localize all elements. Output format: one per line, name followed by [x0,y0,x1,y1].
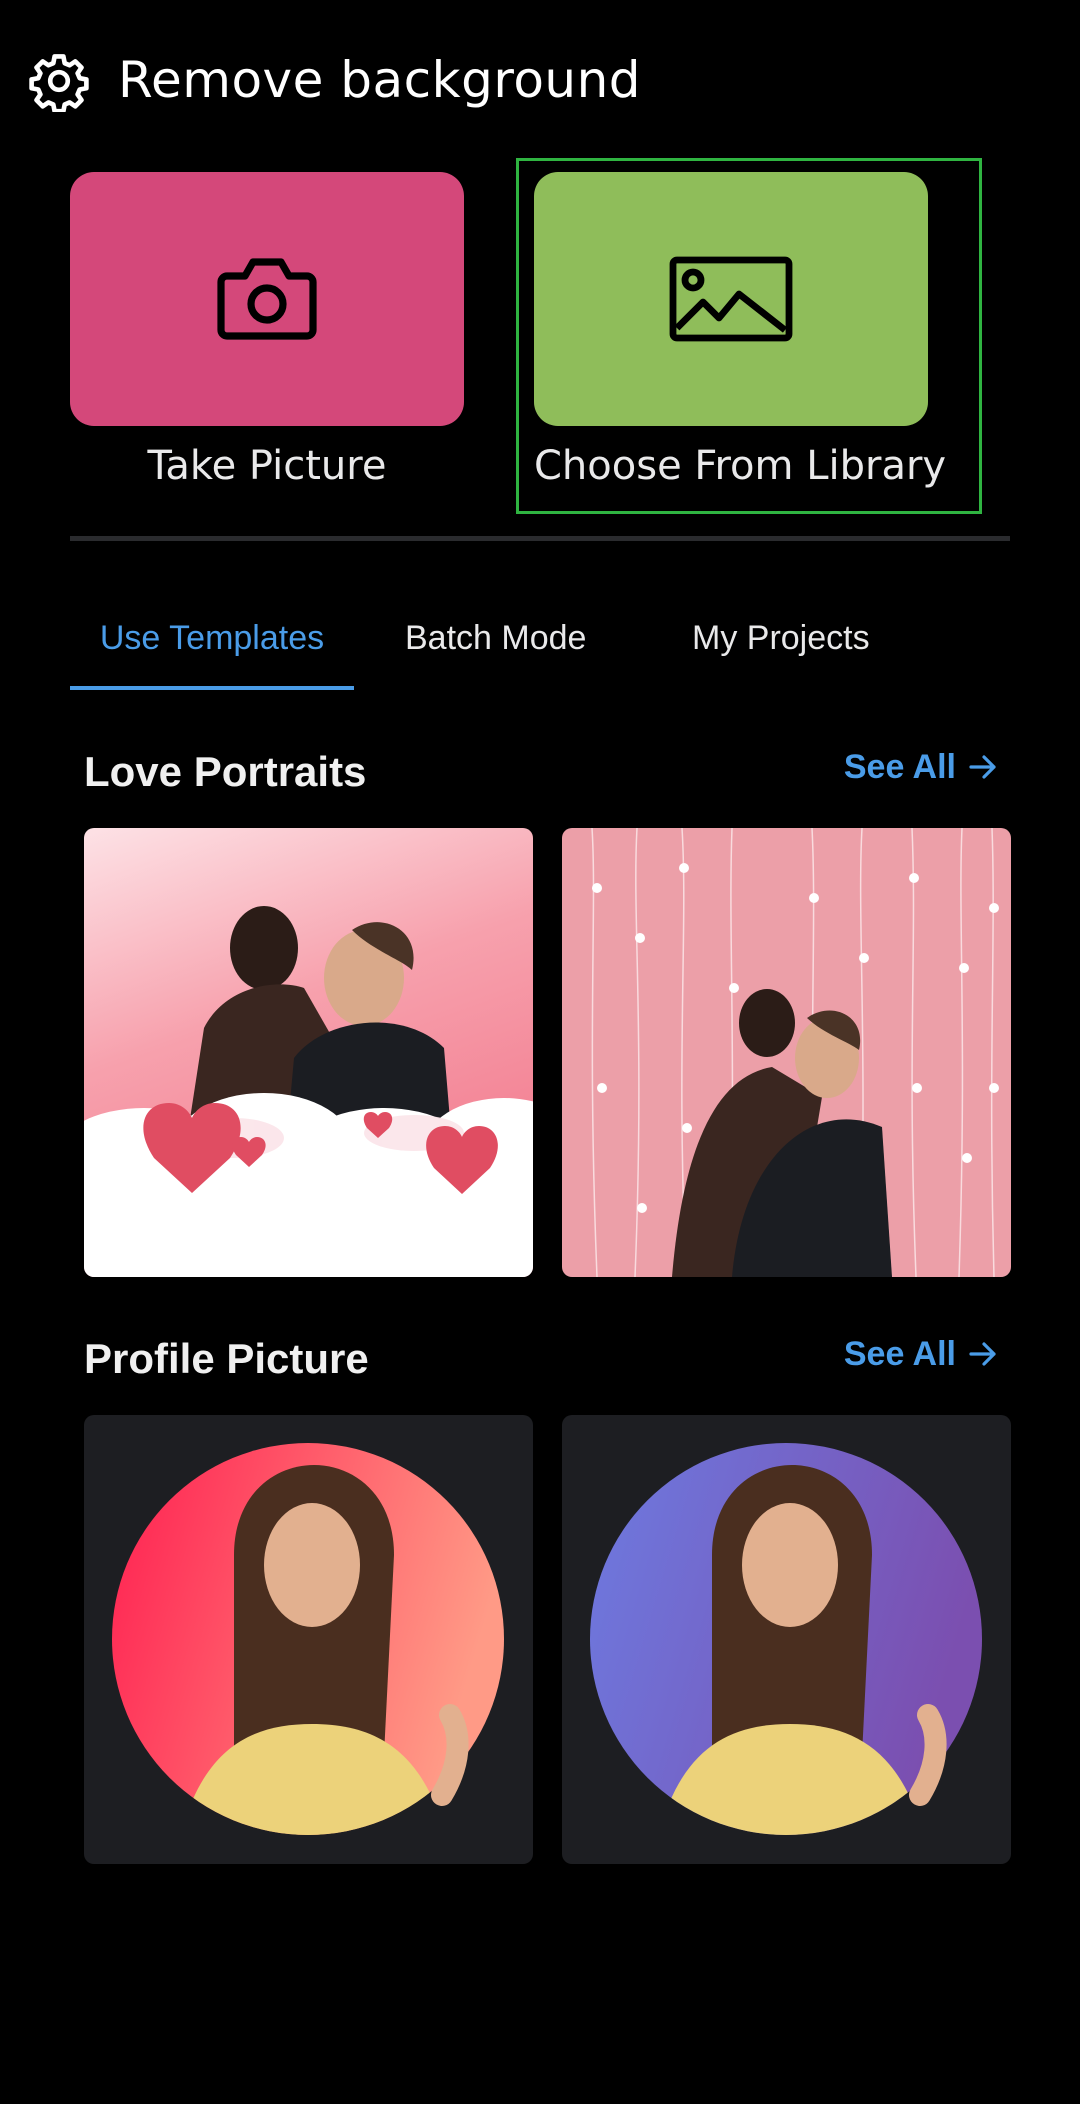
section-title-love-portraits: Love Portraits [84,748,367,795]
love-portrait-thumbnail [591,828,999,1277]
see-all-label: See All [843,1335,956,1373]
see-all-label: See All [843,748,956,786]
gear-icon[interactable] [28,50,90,112]
tab-my-projects[interactable]: My Projects [692,614,870,662]
template-card-profile-pink[interactable] [84,1415,533,1864]
active-tab-indicator [70,686,354,690]
see-all-profile-picture-button[interactable]: See All [844,1331,998,1377]
take-picture-label[interactable]: Take Picture [70,438,464,494]
template-card-love-hearts[interactable] [562,828,1011,1277]
tab-batch-mode[interactable]: Batch Mode [405,614,586,662]
camera-icon [217,258,317,340]
profile-picture-thumbnail [112,1443,504,1835]
see-all-love-portraits-button[interactable]: See All [844,744,998,790]
arrow-right-icon [969,1342,996,1366]
profile-picture-thumbnail [590,1443,982,1835]
template-card-love-clouds[interactable] [84,828,533,1277]
love-portrait-thumbnail [84,906,533,1277]
page-title: Remove background [118,51,642,109]
tab-use-templates[interactable]: Use Templates [70,614,354,662]
template-card-profile-purple[interactable] [562,1415,1011,1864]
take-picture-button[interactable] [70,172,464,426]
selection-highlight [516,158,982,514]
section-title-profile-picture: Profile Picture [84,1335,369,1382]
divider [70,536,1010,541]
arrow-right-icon [969,755,996,779]
